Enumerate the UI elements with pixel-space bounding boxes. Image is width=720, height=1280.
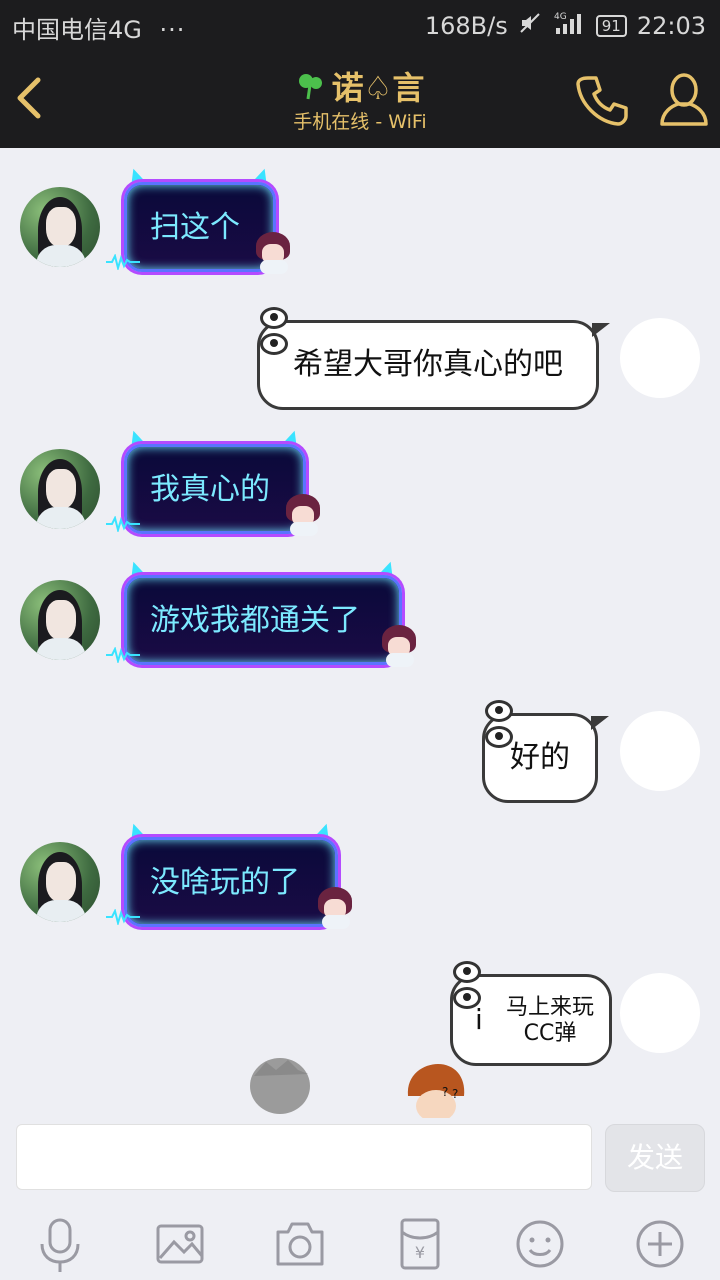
user-icon [660, 73, 708, 126]
clock: 22:03 [636, 12, 706, 40]
chibi-sticker-icon [282, 492, 324, 536]
clover-icon [296, 70, 326, 110]
chibi-sticker-icon [314, 885, 356, 929]
battery-indicator: 91 [595, 15, 627, 37]
send-button[interactable]: 发送 [605, 1124, 705, 1192]
svg-text:?: ? [442, 1085, 448, 1099]
more-status-indicator: ··· [159, 16, 186, 44]
camera-button[interactable] [270, 1214, 330, 1274]
phone-icon [576, 76, 628, 126]
status-left: 中国电信4G ··· [12, 10, 185, 45]
avatar-face [46, 469, 76, 509]
message-text: 扫这个 [150, 210, 240, 245]
chat-toolbar: ¥ [0, 1208, 720, 1280]
message-text: 我真心的 [150, 472, 270, 507]
yuan-glyph: ¥ [415, 1243, 425, 1262]
call-button[interactable] [574, 72, 630, 128]
image-button[interactable] [150, 1214, 210, 1274]
inner-bubble: 马上来玩 CC弹 [491, 983, 609, 1059]
sound-wave-icon [106, 516, 140, 532]
message-bubble-outgoing[interactable]: i 马上来玩 CC弹 [450, 961, 612, 1066]
message-text: 没啥玩的了 [150, 865, 300, 900]
emoji-button[interactable] [510, 1214, 570, 1274]
avatar-face [46, 600, 76, 640]
image-icon [156, 1224, 204, 1264]
message-text-line2: CC弹 [523, 1021, 577, 1046]
profile-button[interactable] [656, 70, 712, 128]
red-packet-button[interactable]: ¥ [390, 1214, 450, 1274]
grey-figure-sticker-icon [250, 1058, 310, 1114]
carrier-label: 中国电信4G [12, 16, 142, 44]
message-bubble-outgoing[interactable]: 希望大哥你真心的吧 [257, 307, 610, 410]
signal-icon: 4G [552, 10, 586, 42]
more-button[interactable] [630, 1214, 690, 1274]
eyes-decoration-icon [260, 307, 320, 355]
chibi-sticker-icon [252, 230, 294, 274]
message-text: 好的 [510, 740, 570, 775]
message-text-line1: 马上来玩 [505, 995, 594, 1020]
eyes-decoration-icon [453, 961, 513, 1009]
network-type: 4G [554, 12, 567, 22]
message-bubble-incoming[interactable]: 没啥玩的了 [106, 819, 352, 929]
my-avatar[interactable] [620, 711, 700, 791]
status-right: 168B/s 4G 91 22:03 [425, 10, 706, 42]
message-prefix: i [475, 1003, 483, 1036]
status-bar: 中国电信4G ··· 168B/s 4G 91 22:03 [0, 0, 720, 50]
sound-wave-icon [106, 647, 140, 663]
message-text: 希望大哥你真心的吧 [293, 347, 563, 382]
my-avatar[interactable] [620, 973, 700, 1053]
boy-sticker-icon: ? ? [407, 1064, 465, 1120]
message-bubble-incoming[interactable]: 游戏我都通关了 [106, 557, 416, 667]
microphone-icon [40, 1218, 80, 1272]
avatar-face [46, 862, 76, 902]
red-packet-icon: ¥ [400, 1218, 440, 1270]
avatar-face [46, 207, 76, 247]
mute-icon [518, 11, 542, 41]
my-avatar[interactable] [620, 318, 700, 398]
plus-icon [636, 1220, 684, 1268]
message-input[interactable] [16, 1124, 592, 1190]
message-bubble-incoming[interactable]: 我真心的 [106, 426, 320, 536]
contact-avatar[interactable] [20, 449, 100, 529]
message-compose-bar: 发送 [0, 1118, 720, 1208]
contact-avatar[interactable] [20, 842, 100, 922]
sound-wave-icon [106, 909, 140, 925]
camera-icon [276, 1222, 324, 1266]
message-bubble-outgoing[interactable]: 好的 [482, 700, 609, 803]
chibi-sticker-icon [378, 623, 420, 667]
message-bubble-incoming[interactable]: 扫这个 [106, 164, 290, 274]
sound-wave-icon [106, 254, 140, 270]
eyes-decoration-icon [485, 700, 545, 748]
message-text: 游戏我都通关了 [150, 603, 360, 638]
network-speed: 168B/s [424, 12, 508, 40]
contact-avatar[interactable] [20, 580, 100, 660]
bubble-tail [591, 716, 609, 730]
contact-avatar[interactable] [20, 187, 100, 267]
emoji-icon [516, 1220, 564, 1268]
bubble-tail [592, 323, 610, 337]
contact-name: 诺♤言 [331, 69, 425, 107]
chat-header: 诺♤言 手机在线 - WiFi [0, 50, 720, 148]
voice-button[interactable] [30, 1214, 90, 1274]
svg-text:?: ? [452, 1087, 458, 1101]
